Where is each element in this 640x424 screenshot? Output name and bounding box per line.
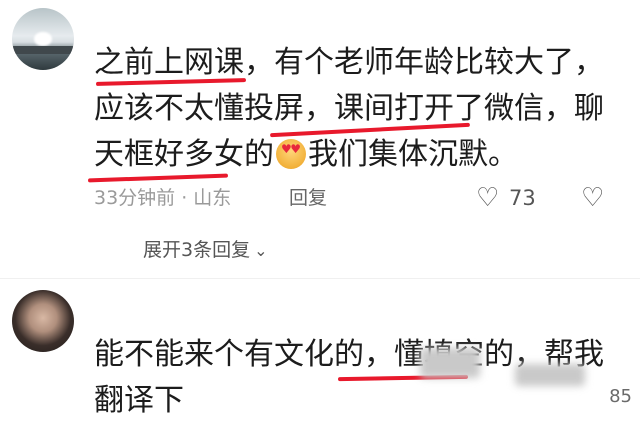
broken-heart-icon[interactable]: ♡ xyxy=(581,184,604,212)
comment-text: 之前上网课，有个老师年龄比较大了，应该不太懂投屏，课间打开了微信，聊天框好多女的… xyxy=(94,40,614,180)
like-count: 73 xyxy=(509,186,536,210)
user-avatar[interactable] xyxy=(12,8,74,70)
comment-item-1: 之前上网课，有个老师年龄比较大了，应该不太懂投屏，课间打开了微信，聊天框好多女的… xyxy=(0,0,640,268)
avatar-horizon xyxy=(12,46,74,54)
comment-time-location: 33分钟前 · 山东 xyxy=(94,187,232,209)
heart-outline-icon[interactable]: ♡ xyxy=(476,184,499,212)
user-avatar[interactable] xyxy=(12,290,74,352)
comment-text-tail: 我们集体沉默。 xyxy=(308,137,518,172)
username-blurred xyxy=(94,304,214,326)
comment-item-2: 能不能来个有文化的，懂填空的，帮我翻译下 85 xyxy=(0,268,640,418)
comment-meta: 33分钟前 · 山东 回复 ♡ 73 ♡ xyxy=(94,184,614,212)
avatar-sun xyxy=(34,32,52,46)
chevron-down-icon: ⌄ xyxy=(254,241,268,260)
expand-replies-label: 展开3条回复 xyxy=(143,239,251,261)
reply-button[interactable]: 回复 xyxy=(289,184,327,212)
expand-replies-button[interactable]: 展开3条回复 ⌄ xyxy=(143,236,268,264)
blurred-region xyxy=(420,348,480,378)
heart-eyes-emoji-icon xyxy=(276,139,306,169)
blurred-region xyxy=(515,364,585,386)
watermark: 85 xyxy=(609,386,632,407)
